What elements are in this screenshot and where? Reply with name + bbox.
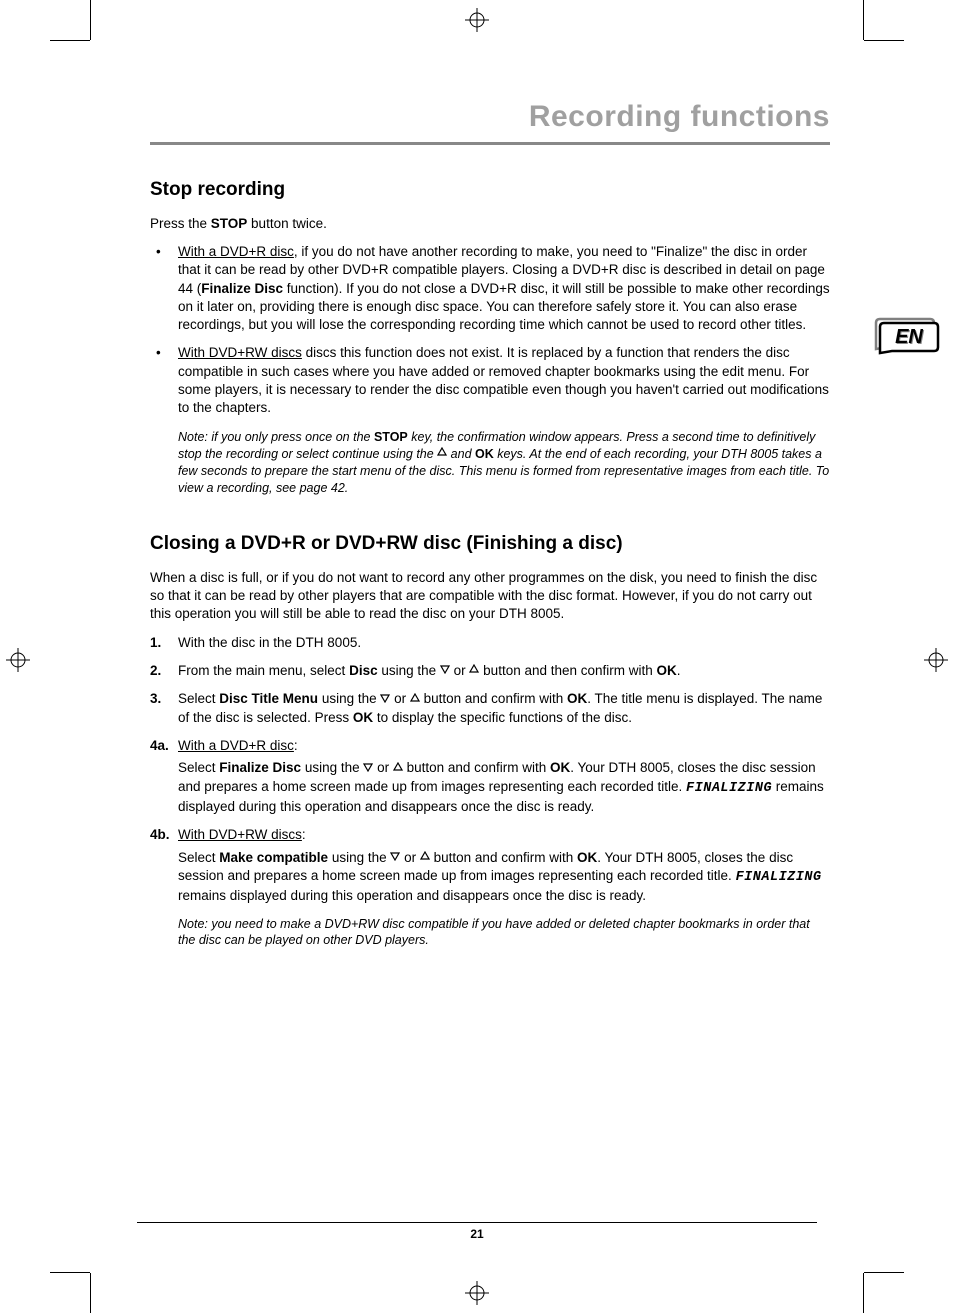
section-title: Recording functions xyxy=(529,100,830,133)
text: Note: if you only press once on the xyxy=(178,430,374,444)
text: and xyxy=(447,447,475,461)
text-bold: OK xyxy=(567,691,587,706)
registration-mark-icon xyxy=(465,8,489,32)
list-item: 3. Select Disc Title Menu using the or b… xyxy=(150,690,830,727)
text: or xyxy=(390,691,410,706)
page-number-text: 21 xyxy=(470,1227,483,1241)
note-text: Note: you need to make a DVD+RW disc com… xyxy=(178,916,830,950)
note-text: Note: if you only press once on the STOP… xyxy=(178,429,830,497)
up-arrow-icon xyxy=(437,445,447,462)
crop-mark-icon xyxy=(50,40,90,41)
down-arrow-icon xyxy=(390,848,400,866)
text: button twice. xyxy=(247,216,327,231)
text: button and then confirm with xyxy=(479,663,656,678)
text: button and confirm with xyxy=(420,691,567,706)
ordered-list: 1. With the disc in the DTH 8005. 2. Fro… xyxy=(150,634,830,728)
registration-mark-icon xyxy=(6,648,30,672)
list-item: 4b.With DVD+RW discs: xyxy=(150,826,830,844)
text: button and confirm with xyxy=(430,850,577,865)
text: remains displayed during this operation … xyxy=(178,888,646,903)
text-bold: OK xyxy=(353,710,373,725)
down-arrow-icon xyxy=(440,661,450,679)
step-number: 3. xyxy=(150,690,161,708)
text-underline: With a DVD+R disc xyxy=(178,738,294,753)
text: to display the specific functions of the… xyxy=(373,710,632,725)
text: : xyxy=(294,738,298,753)
up-arrow-icon xyxy=(410,690,420,708)
text-underline: With DVD+RW discs xyxy=(178,827,302,842)
paragraph: Select Make compatible using the or butt… xyxy=(150,849,830,906)
text: using the xyxy=(328,850,390,865)
text: Press the xyxy=(150,216,211,231)
text: or xyxy=(400,850,420,865)
up-arrow-icon xyxy=(469,661,479,679)
text: From the main menu, select xyxy=(178,663,349,678)
display-text: FINALIZING xyxy=(686,781,772,796)
text-bold: OK xyxy=(577,850,597,865)
text-bold: Finalize Disc xyxy=(219,760,301,775)
paragraph: When a disc is full, or if you do not wa… xyxy=(150,569,830,624)
text-bold: Finalize Disc xyxy=(201,281,283,296)
text: or xyxy=(450,663,470,678)
crop-mark-icon xyxy=(863,1273,864,1313)
crop-mark-icon xyxy=(864,40,904,41)
down-arrow-icon xyxy=(363,759,373,777)
text-bold: OK xyxy=(657,663,677,678)
text: Select xyxy=(178,691,219,706)
crop-mark-icon xyxy=(864,1272,904,1273)
step-number: 1. xyxy=(150,634,161,652)
text: or xyxy=(373,760,393,775)
text-bold: STOP xyxy=(211,216,248,231)
crop-mark-icon xyxy=(863,0,864,40)
text: Select xyxy=(178,850,219,865)
text-bold: OK xyxy=(475,447,494,461)
content-area: Recording functions Stop recording Press… xyxy=(150,100,830,949)
up-arrow-icon xyxy=(420,848,430,866)
step-number: 2. xyxy=(150,662,161,680)
language-badge: EN EN xyxy=(874,315,940,355)
text: . xyxy=(677,663,681,678)
list-item: With DVD+RW discs discs this function do… xyxy=(150,344,830,417)
text: With the disc in the DTH 8005. xyxy=(178,635,361,650)
language-badge-text: EN xyxy=(895,326,923,348)
page-number: 21 xyxy=(0,1222,954,1241)
text: using the xyxy=(318,691,380,706)
registration-mark-icon xyxy=(465,1281,489,1305)
text: using the xyxy=(301,760,363,775)
step-number: 4b. xyxy=(150,826,178,844)
text-underline: With a DVD+R disc xyxy=(178,244,294,259)
list-item: With a DVD+R disc, if you do not have an… xyxy=(150,243,830,334)
display-text: FINALIZING xyxy=(736,870,822,885)
paragraph: Select Finalize Disc using the or button… xyxy=(150,759,830,816)
text-bold: Make compatible xyxy=(219,850,328,865)
text-bold: Disc xyxy=(349,663,378,678)
text: : xyxy=(302,827,306,842)
up-arrow-icon xyxy=(393,759,403,777)
text-bold: OK xyxy=(550,760,570,775)
paragraph: Press the STOP button twice. xyxy=(150,215,830,233)
list-item: 4a.With a DVD+R disc: xyxy=(150,737,830,755)
crop-mark-icon xyxy=(90,0,91,40)
page: Recording functions Stop recording Press… xyxy=(0,0,954,1313)
list-item: 1. With the disc in the DTH 8005. xyxy=(150,634,830,652)
text: using the xyxy=(378,663,440,678)
text: Select xyxy=(178,760,219,775)
text-underline: With DVD+RW discs xyxy=(178,345,302,360)
crop-mark-icon xyxy=(90,1273,91,1313)
text-bold: Disc Title Menu xyxy=(219,691,318,706)
section-header: Recording functions xyxy=(150,100,830,145)
text: button and confirm with xyxy=(403,760,550,775)
text-bold: STOP xyxy=(374,430,408,444)
list-item: 2. From the main menu, select Disc using… xyxy=(150,662,830,681)
heading-stop-recording: Stop recording xyxy=(150,179,830,201)
registration-mark-icon xyxy=(924,648,948,672)
step-number: 4a. xyxy=(150,737,178,755)
heading-closing-disc: Closing a DVD+R or DVD+RW disc (Finishin… xyxy=(150,533,830,555)
bullet-list: With a DVD+R disc, if you do not have an… xyxy=(150,243,830,417)
crop-mark-icon xyxy=(50,1272,90,1273)
down-arrow-icon xyxy=(380,690,390,708)
